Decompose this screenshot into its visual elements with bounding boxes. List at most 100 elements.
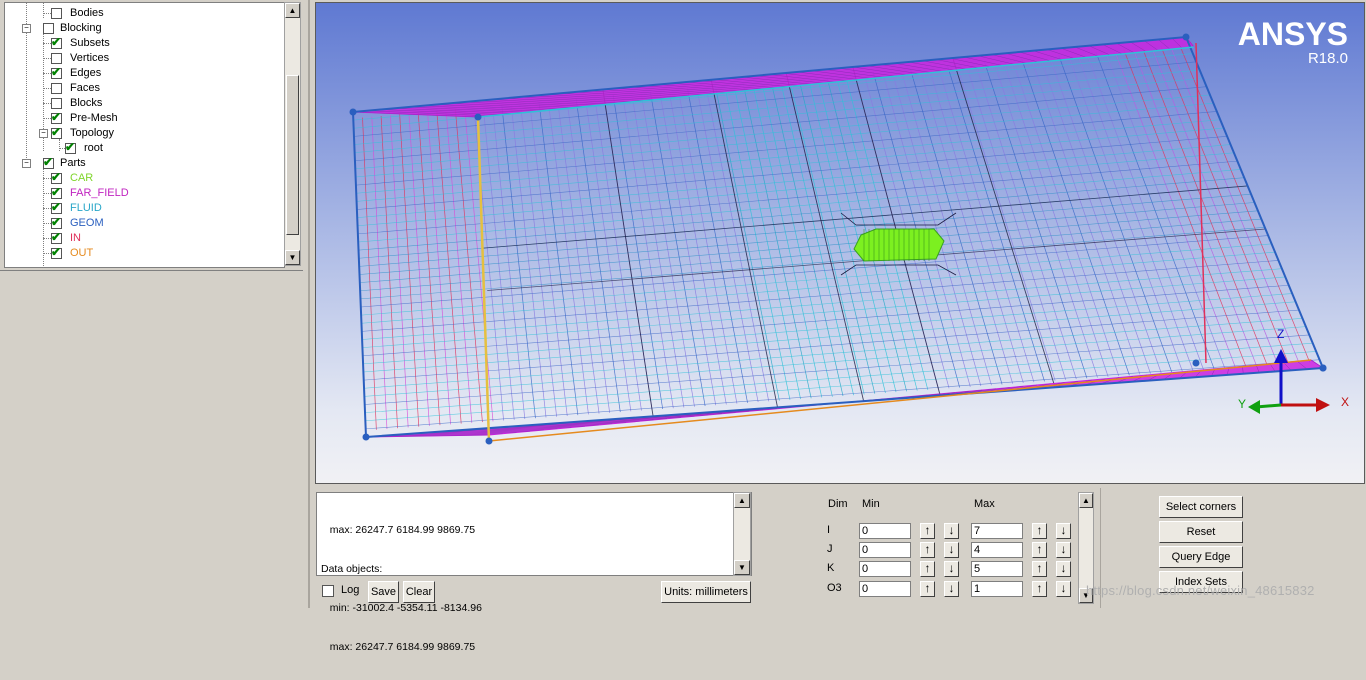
- tree-item-part-car[interactable]: CAR: [5, 170, 275, 186]
- tree-checkbox[interactable]: [43, 155, 54, 170]
- z-axis-arrow: [1274, 349, 1288, 363]
- o3-max-input[interactable]: 1: [971, 581, 1023, 597]
- tree-checkbox[interactable]: [51, 185, 62, 200]
- k-min-input[interactable]: 0: [859, 561, 911, 577]
- dim-label: O3: [827, 582, 842, 594]
- mesh-drawing: Z X Y: [349, 33, 1349, 445]
- save-button[interactable]: Save: [368, 581, 399, 603]
- collapse-icon[interactable]: −: [22, 159, 31, 168]
- tree-item-vertices[interactable]: Vertices: [5, 51, 275, 66]
- tree-checkbox[interactable]: [51, 65, 62, 80]
- arrow-up-icon[interactable]: ↑: [920, 561, 935, 577]
- tree-item-root[interactable]: root: [5, 140, 275, 156]
- tree-item-label: Subsets: [70, 37, 110, 49]
- tree-item-label: Topology: [70, 127, 115, 139]
- tree-item-bodies[interactable]: Bodies: [5, 6, 275, 21]
- vertex-dot: [474, 113, 482, 121]
- tree-checkbox[interactable]: [51, 8, 62, 19]
- scroll-up-icon[interactable]: ▲: [285, 3, 300, 18]
- tree-item-label: Blocks: [70, 97, 103, 109]
- tree-checkbox[interactable]: [51, 98, 62, 109]
- arrow-down-icon[interactable]: ↓: [1056, 581, 1071, 597]
- tree-item-blocking[interactable]: − Blocking: [5, 21, 275, 36]
- arrow-up-icon[interactable]: ↑: [920, 542, 935, 558]
- message-line: max: 26247.7 6184.99 9869.75: [321, 641, 476, 653]
- message-window[interactable]: max: 26247.7 6184.99 9869.75 Data object…: [316, 492, 752, 653]
- select-corners-button[interactable]: Select corners: [1159, 496, 1243, 518]
- block-edge: [785, 72, 865, 402]
- arrow-down-icon[interactable]: ↓: [1056, 542, 1071, 558]
- arrow-up-icon[interactable]: ↑: [1032, 523, 1047, 539]
- axis-label-y: Y: [1238, 397, 1246, 411]
- tree-item-faces[interactable]: Faces: [5, 81, 275, 96]
- scroll-down-icon[interactable]: ▼: [734, 560, 750, 575]
- collapse-icon[interactable]: −: [39, 129, 48, 138]
- arrow-down-icon[interactable]: ↓: [944, 561, 959, 577]
- tree-item-parts[interactable]: − Parts: [5, 155, 275, 171]
- tree-checkbox[interactable]: [51, 170, 62, 185]
- tree-scrollbar[interactable]: ▲ ▼: [284, 2, 301, 266]
- tree-item-part-out[interactable]: OUT: [5, 245, 275, 261]
- i-max-input[interactable]: 7: [971, 523, 1023, 539]
- tree-checkbox[interactable]: [51, 35, 62, 50]
- tree-checkbox[interactable]: [51, 245, 62, 260]
- arrow-up-icon[interactable]: ↑: [1032, 542, 1047, 558]
- tree-checkbox[interactable]: [51, 230, 62, 245]
- tree-checkbox[interactable]: [43, 23, 54, 34]
- log-checkbox[interactable]: [322, 585, 334, 597]
- arrow-up-icon[interactable]: ↑: [920, 523, 935, 539]
- arrow-down-icon[interactable]: ↓: [944, 542, 959, 558]
- model-tree: Bodies − Blocking Subsets Vertices Edges…: [4, 2, 285, 268]
- scroll-up-icon[interactable]: ▲: [734, 493, 750, 508]
- tree-checkbox[interactable]: [51, 125, 62, 140]
- i-min-input[interactable]: 0: [859, 523, 911, 539]
- tree-checkbox[interactable]: [51, 200, 62, 215]
- pane-splitter[interactable]: [308, 0, 310, 608]
- tree-item-pre-mesh[interactable]: Pre-Mesh: [5, 110, 275, 126]
- tree-item-topology[interactable]: − Topology: [5, 125, 275, 141]
- units-button[interactable]: Units: millimeters: [661, 581, 751, 603]
- scroll-up-icon[interactable]: ▲: [1079, 493, 1093, 508]
- x-axis-arrow: [1316, 398, 1330, 412]
- o3-min-input[interactable]: 0: [859, 581, 911, 597]
- graphics-viewport[interactable]: Z X Y ANSYS R18.0: [315, 2, 1365, 484]
- query-edge-button[interactable]: Query Edge: [1159, 546, 1243, 568]
- message-scrollbar[interactable]: ▲ ▼: [733, 492, 751, 576]
- arrow-down-icon[interactable]: ↓: [1056, 561, 1071, 577]
- j-max-input[interactable]: 4: [971, 542, 1023, 558]
- brand-version: R18.0: [1307, 50, 1348, 67]
- message-line: max: 26247.7 6184.99 9869.75: [321, 524, 476, 536]
- max-header: Max: [974, 498, 995, 510]
- tree-item-blocks[interactable]: Blocks: [5, 96, 275, 111]
- arrow-up-icon[interactable]: ↑: [1032, 561, 1047, 577]
- tree-checkbox[interactable]: [51, 83, 62, 94]
- arrow-down-icon[interactable]: ↓: [944, 523, 959, 539]
- tree-checkbox[interactable]: [65, 140, 76, 155]
- tree-checkbox[interactable]: [51, 215, 62, 230]
- collapse-icon[interactable]: −: [22, 24, 31, 33]
- clear-button[interactable]: Clear: [403, 581, 435, 603]
- tree-item-subsets[interactable]: Subsets: [5, 35, 275, 51]
- mesh-line: [354, 86, 1207, 162]
- k-max-input[interactable]: 5: [971, 561, 1023, 577]
- tree-item-label: Vertices: [70, 52, 110, 64]
- tree-item-part-fluid[interactable]: FLUID: [5, 200, 275, 216]
- tree-item-label: FAR_FIELD: [70, 187, 129, 199]
- tree-item-part-far-field[interactable]: FAR_FIELD: [5, 185, 275, 201]
- scroll-thumb[interactable]: [286, 75, 299, 235]
- dim-label: K: [827, 562, 835, 574]
- j-min-input[interactable]: 0: [859, 542, 911, 558]
- arrow-down-icon[interactable]: ↓: [944, 581, 959, 597]
- outlet-plane-edge: [1195, 42, 1207, 364]
- tree-checkbox[interactable]: [51, 110, 62, 125]
- arrow-up-icon[interactable]: ↑: [920, 581, 935, 597]
- reset-button[interactable]: Reset: [1159, 521, 1243, 543]
- tree-item-part-in[interactable]: IN: [5, 230, 275, 246]
- arrow-down-icon[interactable]: ↓: [1056, 523, 1071, 539]
- outlet-edge: [488, 359, 1312, 442]
- tree-item-edges[interactable]: Edges: [5, 65, 275, 81]
- tree-checkbox[interactable]: [51, 53, 62, 64]
- arrow-up-icon[interactable]: ↑: [1032, 581, 1047, 597]
- tree-item-part-geom[interactable]: GEOM: [5, 215, 275, 231]
- scroll-down-icon[interactable]: ▼: [285, 250, 300, 265]
